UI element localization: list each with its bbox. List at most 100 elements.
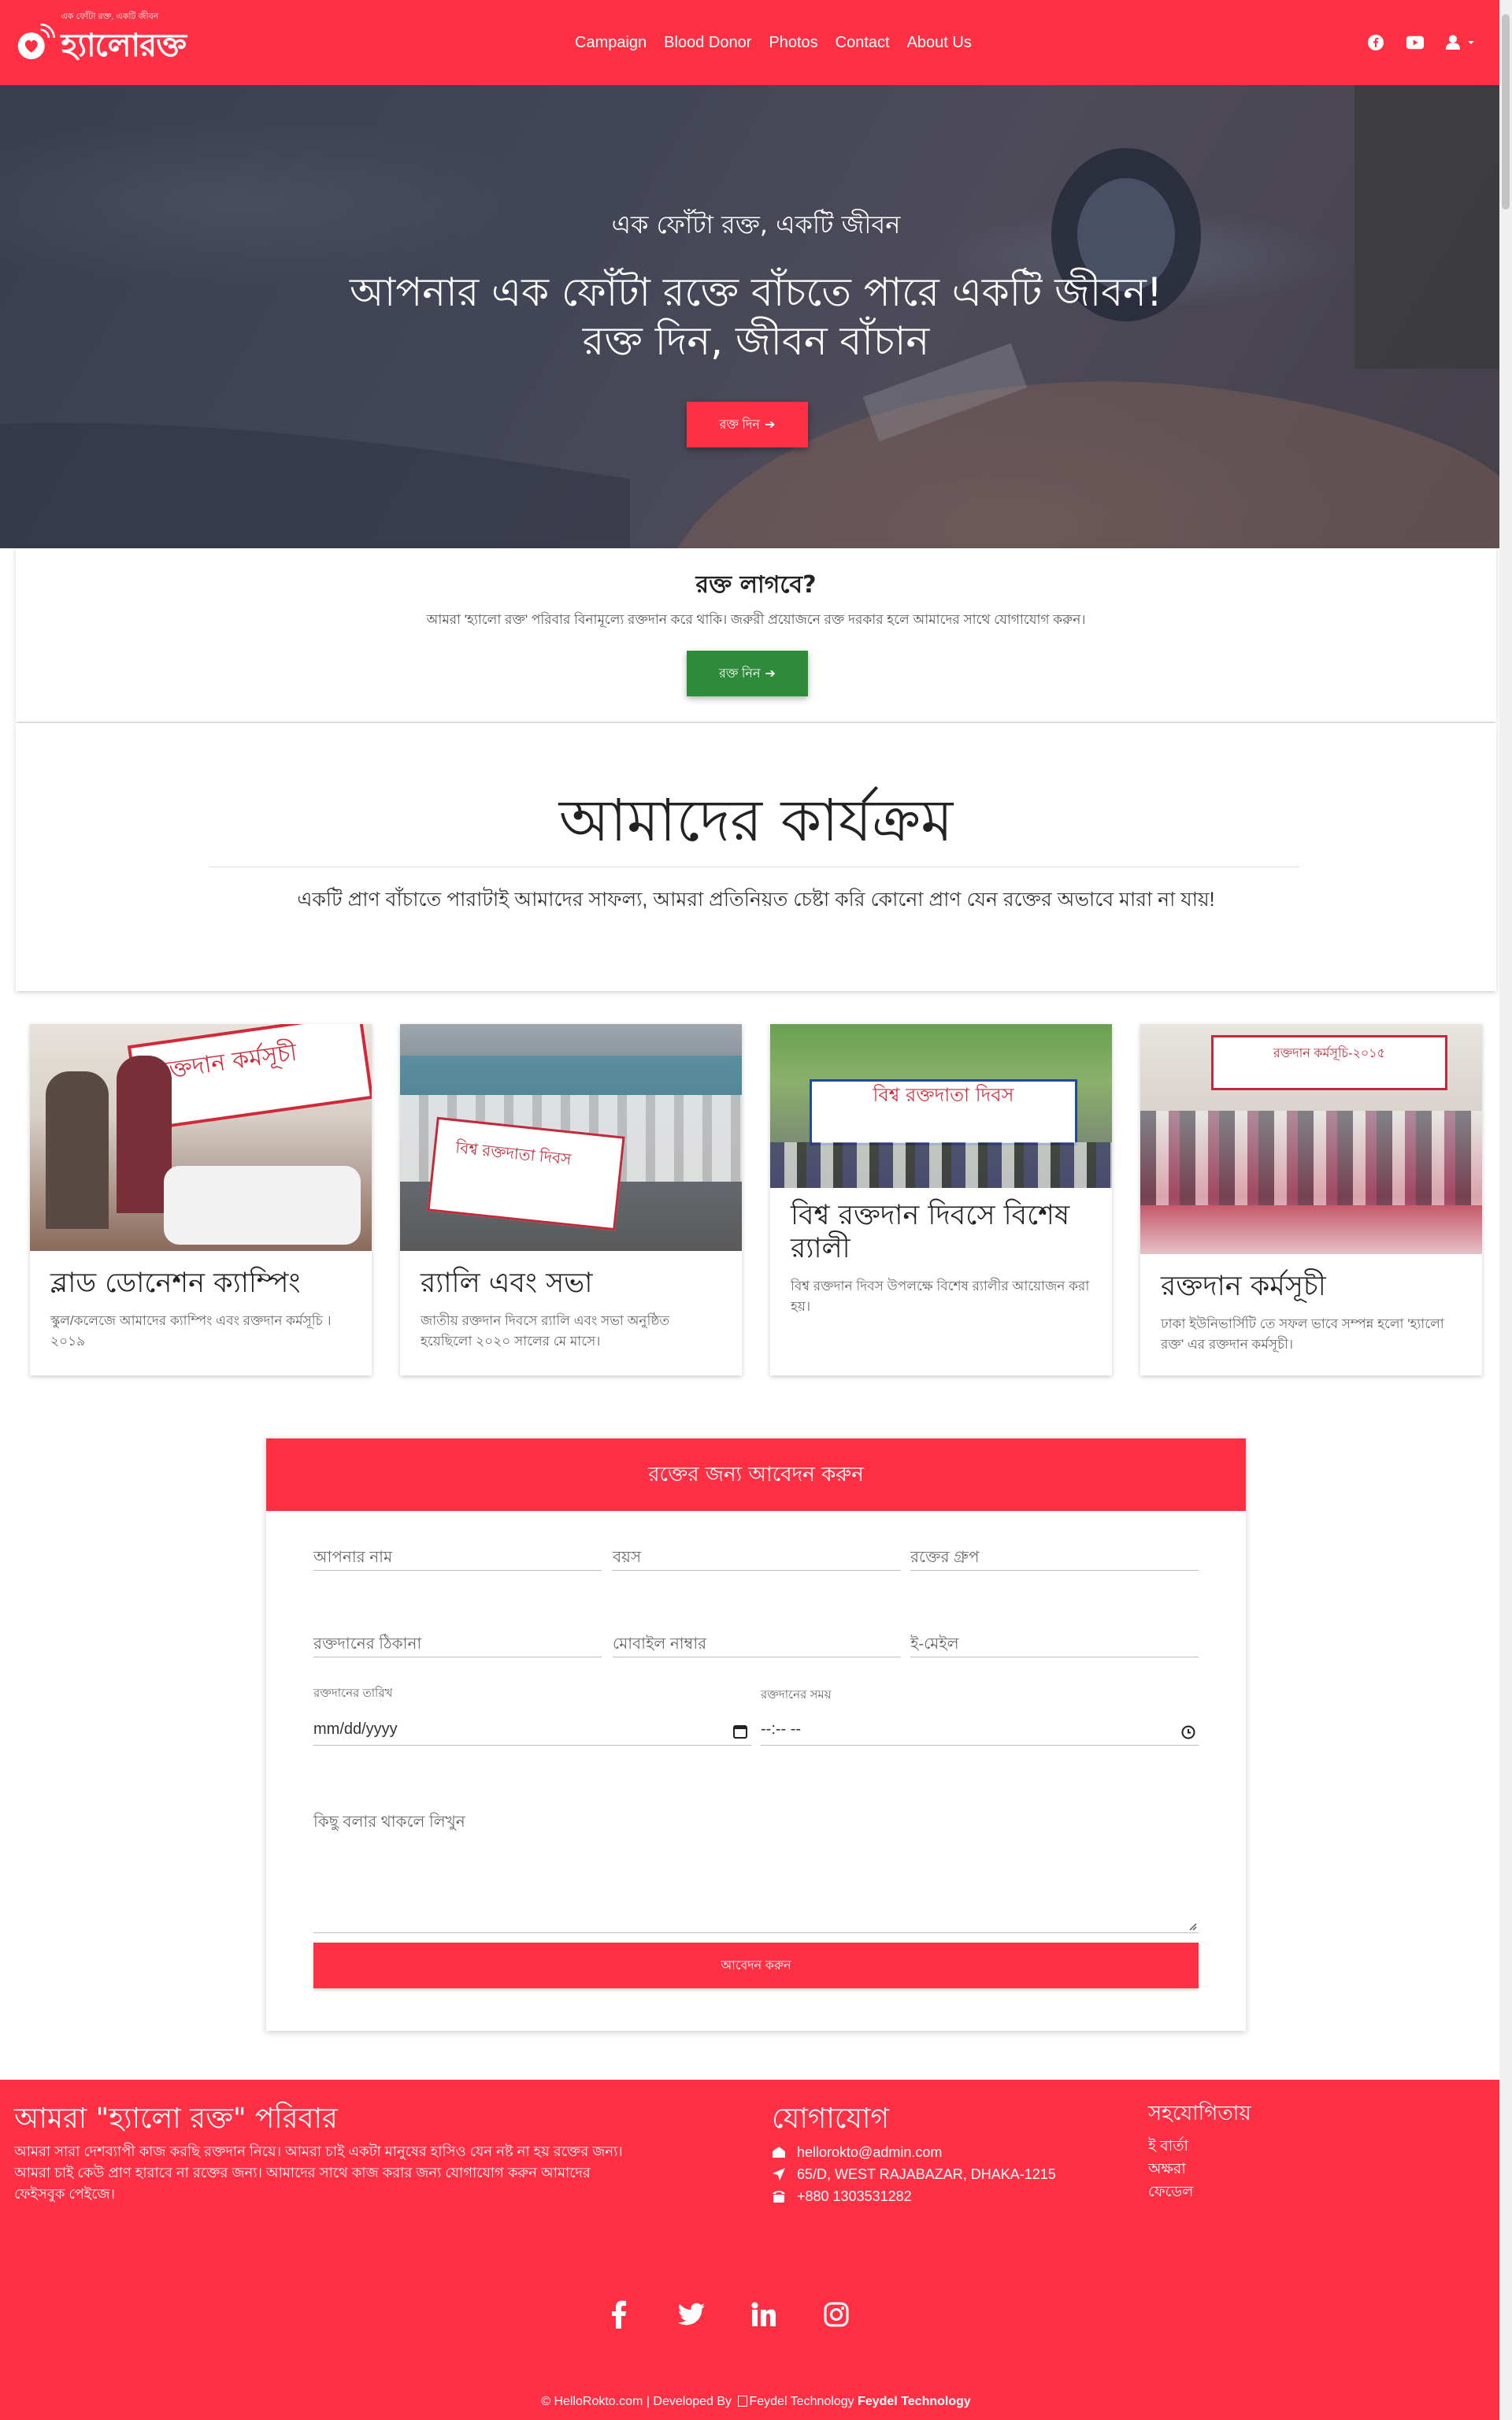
address-input[interactable]: রক্তদানের ঠিকানা	[313, 1631, 602, 1657]
nav-about-us[interactable]: About Us	[907, 34, 972, 52]
mobile-input[interactable]: মোবাইল নাম্বার	[613, 1631, 901, 1657]
time-label: রক্তদানের সময়	[761, 1688, 832, 1702]
facebook-icon[interactable]	[605, 2300, 633, 2329]
gallery-card-description: ঢাকা ইউনিভার্সিটি তে সফল ভাবে সম্পন্ন হল…	[1161, 1316, 1444, 1352]
footer-about-line: ফেইসবুক পেইজে।	[14, 2186, 115, 2202]
instagram-icon[interactable]	[822, 2300, 850, 2329]
logo-name: হ্যালোরক্ত	[61, 27, 187, 64]
need-blood-card: রক্ত লাগবে? আমরা 'হ্যালো রক্ত' পরিবার বি…	[16, 548, 1496, 722]
gallery-card-title: রক্তদান কর্মসূচী	[1161, 1271, 1326, 1302]
footer: আমরা "হ্যালো রক্ত" পরিবার আমরা সারা দেশব…	[0, 2080, 1512, 2420]
user-icon[interactable]	[1446, 34, 1480, 51]
take-blood-button[interactable]: রক্ত নিন ➔	[687, 651, 808, 696]
footer-partner-link[interactable]: ফেডেল	[1148, 2181, 1193, 2203]
photo-banner-text: বিশ্ব রক্তদাতা দিবস	[873, 1084, 1014, 1106]
activities-section: আমাদের কার্যক্রম একটি প্রাণ বাঁচাতে পারা…	[16, 723, 1496, 991]
footer-about-line: আমরা চাই কেউ প্রাণ হারাবে না রক্তের জন্য…	[14, 2165, 591, 2181]
hero-title-line-1: আপনার এক ফোঁটা রক্তে বাঁচতে পারে একটি জী…	[350, 269, 1162, 315]
gallery-card-description: স্কুল/কলেজে আমাদের ক্যাম্পিং এবং রক্তদান…	[50, 1313, 332, 1349]
facebook-icon[interactable]	[1367, 34, 1384, 51]
developer-logo-alt: Feydel Technology	[749, 2395, 854, 2408]
age-input[interactable]: বয়স	[613, 1544, 901, 1571]
email-input[interactable]: ই-মেইল	[910, 1631, 1199, 1657]
vertical-scrollbar[interactable]	[1499, 0, 1512, 2420]
take-blood-label: রক্ত নিন	[719, 666, 761, 681]
nav-campaign[interactable]: Campaign	[575, 34, 647, 52]
time-value: --:-- --	[761, 1720, 802, 1738]
gallery-card-title: বিশ্ব রক্তদান দিবসে বিশেষ র‍্যালী	[791, 1200, 1070, 1264]
footer-about-text: আমরা সারা দেশব্যাপী কাজ করছি রক্তদান নিয…	[14, 2141, 623, 2205]
footer-social-icons	[605, 2300, 850, 2329]
date-input[interactable]: mm/dd/yyyy	[313, 1719, 751, 1746]
give-blood-button[interactable]: রক্ত দিন ➔	[687, 402, 808, 447]
footer-address-row: 65/D, WEST RAJABAZAR, DHAKA-1215	[772, 2163, 1056, 2185]
footer-phone: +880 1303531282	[797, 2188, 912, 2204]
gallery-card[interactable]: বিশ্ব রক্তদাতা দিবস র‍্যালি এবং সভা জাতী…	[400, 1024, 742, 1375]
footer-about-title: আমরা "হ্যালো রক্ত" পরিবার	[14, 2103, 338, 2135]
hero-title-line-2: রক্ত দিন, জীবন বাঁচান	[582, 318, 930, 364]
footer-address: 65/D, WEST RAJABAZAR, DHAKA-1215	[797, 2166, 1056, 2182]
gallery-card[interactable]: রক্তদান কর্মসূচী ব্লাড ডোনেশন ক্যাম্পিং …	[30, 1024, 372, 1375]
need-blood-description: আমরা 'হ্যালো রক্ত' পরিবার বিনামূল্যে রক্…	[426, 612, 1086, 627]
gallery-photo: বিশ্ব রক্তদাতা দিবস	[400, 1024, 742, 1251]
footer-phone-row[interactable]: +880 1303531282	[772, 2185, 1056, 2207]
gallery-card[interactable]: বিশ্ব রক্তদাতা দিবস বিশ্ব রক্তদান দিবসে …	[770, 1024, 1112, 1375]
calendar-icon[interactable]	[732, 1724, 748, 1739]
site-logo[interactable]: এক ফোঁটা রক্ত, একটি জীবন হ্যালোরক্ত	[13, 11, 187, 74]
footer-partner-link[interactable]: ই বার্তা	[1148, 2135, 1193, 2158]
gallery-card-description: জাতীয় রক্তদান দিবসে র‍্যালি এবং সভা অনু…	[421, 1313, 670, 1349]
give-blood-label: রক্ত দিন	[719, 418, 760, 432]
logo-heart-icon	[17, 23, 55, 60]
developer-logo-image	[738, 2396, 748, 2407]
activities-title: আমাদের কার্যক্রম	[558, 787, 954, 855]
scrollbar-thumb[interactable]	[1502, 14, 1510, 210]
submit-button[interactable]: আবেদন করুন	[313, 1943, 1199, 1988]
top-navbar: এক ফোঁটা রক্ত, একটি জীবন হ্যালোরক্ত Camp…	[0, 0, 1512, 85]
blood-request-form: রক্তের জন্য আবেদন করুন আপনার নাম বয়স রক…	[266, 1438, 1246, 2031]
footer-contact-title: যোগাযোগ	[772, 2103, 890, 2135]
linkedin-icon[interactable]	[750, 2300, 778, 2329]
nav-photos[interactable]: Photos	[769, 34, 817, 52]
developer-link[interactable]: Feydel Technology	[858, 2395, 971, 2408]
footer-partner-list: ই বার্তা অক্ষরা ফেডেল	[1148, 2135, 1193, 2203]
gallery-photo: রক্তদান কর্মসূচি-২০১৫	[1140, 1024, 1482, 1254]
date-label: রক্তদানের তারিখ	[313, 1687, 393, 1700]
clock-icon[interactable]	[1181, 1725, 1195, 1739]
blood-group-input[interactable]: রক্তের গ্রুপ	[910, 1544, 1199, 1571]
hero-subtitle: এক ফোঁটা রক্ত, একটি জীবন	[611, 210, 901, 239]
nav-contact[interactable]: Contact	[836, 34, 890, 52]
name-input[interactable]: আপনার নাম	[313, 1544, 602, 1571]
logo-tagline: এক ফোঁটা রক্ত, একটি জীবন	[61, 11, 159, 21]
gallery-card-title: ব্লাড ডোনেশন ক্যাম্পিং	[50, 1268, 301, 1299]
gallery-card-title: র‍্যালি এবং সভা	[421, 1268, 593, 1299]
arrow-right-icon: ➔	[765, 667, 776, 681]
footer-about-line: আমরা সারা দেশব্যাপী কাজ করছি রক্তদান নিয…	[14, 2143, 623, 2159]
envelope-icon	[773, 2147, 785, 2158]
footer-email-row[interactable]: hellorokto@admin.com	[772, 2141, 1056, 2163]
gallery-card[interactable]: রক্তদান কর্মসূচি-২০১৫ রক্তদান কর্মসূচী ঢ…	[1140, 1024, 1482, 1375]
hero-banner: এক ফোঁটা রক্ত, একটি জীবন আপনার এক ফোঁটা …	[0, 85, 1512, 548]
phone-icon	[773, 2191, 785, 2203]
photo-banner-text: রক্তদান কর্মসূচি-২০১৫	[1273, 1047, 1386, 1060]
gallery-photo: বিশ্ব রক্তদাতা দিবস	[770, 1024, 1112, 1188]
need-blood-title: রক্ত লাগবে?	[695, 571, 817, 599]
copyright-text: © HelloRokto.com | Developed By	[541, 2395, 732, 2408]
form-title: রক্তের জন্য আবেদন করুন	[266, 1438, 1246, 1511]
main-nav: Campaign Blood Donor Photos Contact Abou…	[575, 0, 989, 85]
message-textarea[interactable]: কিছু বলার থাকলে লিখুন	[313, 1807, 1199, 1933]
activities-subtitle: একটি প্রাণ বাঁচাতে পারাটাই আমাদের সাফল্য…	[297, 889, 1215, 911]
time-input[interactable]: --:-- --	[761, 1719, 1199, 1746]
gallery-photo: রক্তদান কর্মসূচী	[30, 1024, 372, 1251]
footer-partner-link[interactable]: অক্ষরা	[1148, 2158, 1193, 2181]
footer-copyright: © HelloRokto.com | Developed By Feydel T…	[0, 2395, 1512, 2409]
arrow-right-icon: ➔	[764, 418, 776, 432]
youtube-icon[interactable]	[1406, 34, 1424, 51]
location-arrow-icon	[773, 2168, 785, 2181]
resize-handle-icon[interactable]	[1188, 1921, 1197, 1931]
date-value: mm/dd/yyyy	[313, 1720, 398, 1738]
gallery-card-description: বিশ্ব রক্তদান দিবস উপলক্ষে বিশেষ র‍্যালী…	[791, 1279, 1090, 1314]
nav-blood-donor[interactable]: Blood Donor	[664, 34, 751, 52]
header-icons	[1367, 0, 1480, 85]
footer-partner-title: সহযোগিতায়	[1148, 2102, 1251, 2125]
twitter-icon[interactable]	[677, 2300, 706, 2329]
